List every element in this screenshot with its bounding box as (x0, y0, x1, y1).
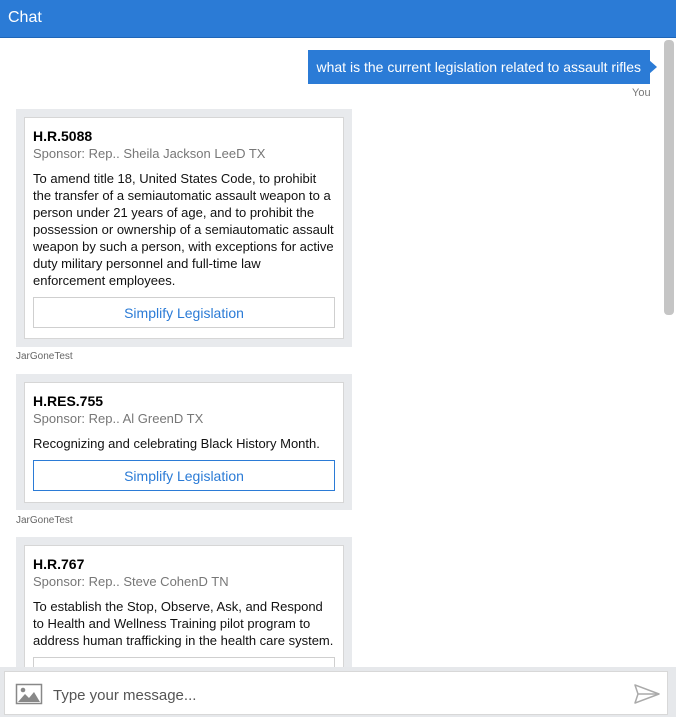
legislation-card: H.R.5088 Sponsor: Rep.. Sheila Jackson L… (24, 117, 344, 339)
bill-sponsor: Sponsor: Rep.. Steve CohenD TN (33, 574, 229, 589)
user-message-tail (649, 60, 657, 74)
bot-message-bubble: H.R.767 Sponsor: Rep.. Steve CohenD TN T… (16, 537, 352, 688)
bill-summary: To establish the Stop, Observe, Ask, and… (33, 599, 334, 648)
chat-title: Chat (8, 9, 42, 26)
legislation-card: H.R.767 Sponsor: Rep.. Steve CohenD TN T… (24, 545, 344, 688)
bill-summary: Recognizing and celebrating Black Histor… (33, 436, 320, 451)
user-sender-label: You (632, 87, 651, 99)
bill-title: H.R.5088 (33, 128, 93, 144)
message-input[interactable] (51, 680, 615, 710)
image-icon[interactable] (15, 682, 43, 706)
legislation-card: H.RES.755 Sponsor: Rep.. Al GreenD TX Re… (24, 382, 344, 503)
bill-title: H.R.767 (33, 556, 85, 572)
simplify-legislation-button[interactable]: Simplify Legislation (33, 297, 335, 328)
bot-sender-label: JarGoneTest (16, 515, 73, 526)
composer-box (4, 671, 668, 715)
simplify-legislation-button[interactable]: Simplify Legislation (33, 460, 335, 491)
send-icon[interactable] (633, 683, 661, 705)
bill-sponsor: Sponsor: Rep.. Sheila Jackson LeeD TX (33, 146, 266, 161)
message-composer (0, 667, 676, 717)
scrollbar-thumb[interactable] (664, 40, 674, 315)
bill-title: H.RES.755 (33, 393, 104, 409)
bill-summary: To amend title 18, United States Code, t… (33, 171, 334, 288)
bot-message-bubble: H.R.5088 Sponsor: Rep.. Sheila Jackson L… (16, 109, 352, 347)
bot-sender-label: JarGoneTest (16, 351, 73, 362)
bot-message-bubble: H.RES.755 Sponsor: Rep.. Al GreenD TX Re… (16, 374, 352, 510)
bill-sponsor: Sponsor: Rep.. Al GreenD TX (33, 411, 204, 426)
user-message-bubble: what is the current legislation related … (307, 50, 650, 84)
chat-header: Chat (0, 0, 676, 38)
